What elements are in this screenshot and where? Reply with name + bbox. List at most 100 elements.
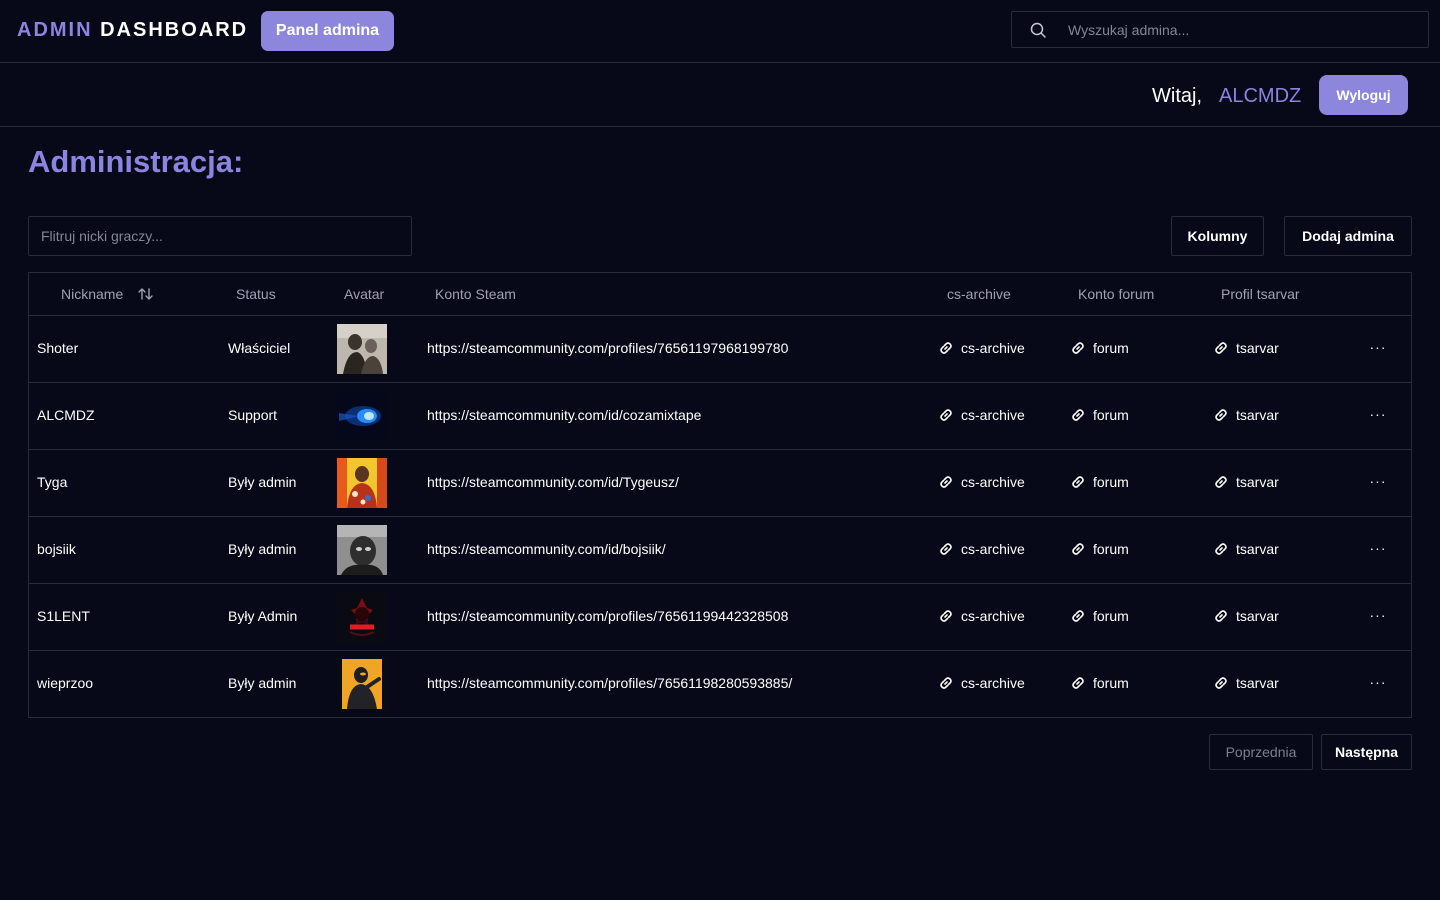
link-icon <box>940 677 952 689</box>
forum-link[interactable]: forum <box>1071 675 1129 691</box>
avatar <box>337 324 387 374</box>
forum-link[interactable]: forum <box>1071 541 1129 557</box>
more-options-icon[interactable]: ··· <box>1367 336 1389 358</box>
cell-steam-link[interactable]: https://steamcommunity.com/id/cozamixtap… <box>427 407 701 423</box>
cell-status: Support <box>228 407 278 423</box>
previous-page-button[interactable]: Poprzednia <box>1209 734 1313 770</box>
link-icon <box>1072 342 1084 354</box>
tsarvar-link[interactable]: tsarvar <box>1214 407 1279 423</box>
link-icon <box>1072 409 1084 421</box>
more-options-icon[interactable]: ··· <box>1367 470 1389 492</box>
link-icon <box>1072 610 1084 622</box>
cs-archive-label: cs-archive <box>961 340 1025 356</box>
link-icon <box>1215 409 1227 421</box>
logout-button[interactable]: Wyloguj <box>1319 75 1408 115</box>
search-box <box>1011 11 1429 48</box>
nickname-filter <box>28 216 412 256</box>
forum-link[interactable]: forum <box>1071 407 1129 423</box>
page-title: Administracja: <box>28 144 244 179</box>
cs-archive-link[interactable]: cs-archive <box>939 675 1025 691</box>
cell-status: Były admin <box>228 474 297 490</box>
link-icon <box>1215 543 1227 555</box>
table-row: Tyga Były admin https://steamcommunity.c… <box>29 450 1411 517</box>
forum-link[interactable]: forum <box>1071 340 1129 356</box>
tsarvar-label: tsarvar <box>1236 541 1279 557</box>
current-username: ALCMDZ <box>1219 85 1302 107</box>
cs-archive-label: cs-archive <box>961 608 1025 624</box>
cs-archive-link[interactable]: cs-archive <box>939 474 1025 490</box>
cell-nickname: Shoter <box>37 340 79 356</box>
cs-archive-link[interactable]: cs-archive <box>939 541 1025 557</box>
header-tsarvar: Profil tsarvar <box>1221 286 1300 302</box>
nickname-filter-input[interactable] <box>29 217 411 255</box>
cs-archive-link[interactable]: cs-archive <box>939 340 1025 356</box>
tsarvar-link[interactable]: tsarvar <box>1214 541 1279 557</box>
cell-status: Właściciel <box>228 340 291 356</box>
more-options-icon[interactable]: ··· <box>1367 537 1389 559</box>
tsarvar-link[interactable]: tsarvar <box>1214 340 1279 356</box>
cell-steam-link[interactable]: https://steamcommunity.com/profiles/7656… <box>427 608 788 624</box>
header-steam: Konto Steam <box>435 286 516 302</box>
tsarvar-link[interactable]: tsarvar <box>1214 608 1279 624</box>
cell-status: Były Admin <box>228 608 298 624</box>
search-input[interactable] <box>1068 12 1418 47</box>
cs-archive-link[interactable]: cs-archive <box>939 407 1025 423</box>
columns-button[interactable]: Kolumny <box>1171 216 1264 256</box>
link-icon <box>1072 543 1084 555</box>
link-icon <box>1215 677 1227 689</box>
cell-nickname: S1LENT <box>37 608 90 624</box>
search-icon <box>1030 22 1047 44</box>
link-icon <box>1215 476 1227 488</box>
avatar <box>337 391 387 441</box>
forum-label: forum <box>1093 608 1129 624</box>
cell-nickname: ALCMDZ <box>37 407 95 423</box>
sort-icon[interactable] <box>138 287 154 306</box>
user-bar: Witaj, ALCMDZ Wyloguj <box>0 63 1440 127</box>
forum-link[interactable]: forum <box>1071 474 1129 490</box>
cell-steam-link[interactable]: https://steamcommunity.com/profiles/7656… <box>427 675 792 691</box>
link-icon <box>1215 342 1227 354</box>
cs-archive-label: cs-archive <box>961 675 1025 691</box>
cell-steam-link[interactable]: https://steamcommunity.com/id/bojsiik/ <box>427 541 666 557</box>
cs-archive-label: cs-archive <box>961 541 1025 557</box>
header-nickname[interactable]: Nickname <box>61 286 123 302</box>
link-icon <box>940 610 952 622</box>
tsarvar-label: tsarvar <box>1236 675 1279 691</box>
cell-status: Były admin <box>228 541 297 557</box>
avatar <box>337 525 387 575</box>
cell-steam-link[interactable]: https://steamcommunity.com/profiles/7656… <box>427 340 788 356</box>
table-row: bojsiik Były admin https://steamcommunit… <box>29 517 1411 584</box>
header-avatar: Avatar <box>344 286 385 302</box>
more-options-icon[interactable]: ··· <box>1367 403 1389 425</box>
header-forum: Konto forum <box>1078 286 1155 302</box>
link-icon <box>1072 476 1084 488</box>
tsarvar-link[interactable]: tsarvar <box>1214 675 1279 691</box>
table-row: wieprzoo Były admin https://steamcommuni… <box>29 651 1411 718</box>
next-page-button[interactable]: Następna <box>1321 734 1412 770</box>
link-icon <box>940 543 952 555</box>
brand-text-admin: ADMIN <box>17 19 93 41</box>
welcome-text: Witaj, <box>1152 85 1202 107</box>
more-options-icon[interactable]: ··· <box>1367 671 1389 693</box>
cell-steam-link[interactable]: https://steamcommunity.com/id/Tygeusz/ <box>427 474 679 490</box>
forum-label: forum <box>1093 340 1129 356</box>
link-icon <box>940 476 952 488</box>
tsarvar-link[interactable]: tsarvar <box>1214 474 1279 490</box>
cell-nickname: wieprzoo <box>37 675 94 691</box>
top-navbar: ADMIN DASHBOARD Panel admina <box>0 0 1440 63</box>
tsarvar-label: tsarvar <box>1236 474 1279 490</box>
cell-status: Były admin <box>228 675 297 691</box>
link-icon <box>1215 610 1227 622</box>
header-status: Status <box>236 286 276 302</box>
forum-link[interactable]: forum <box>1071 608 1129 624</box>
add-admin-button[interactable]: Dodaj admina <box>1284 216 1412 256</box>
avatar <box>337 659 387 709</box>
tsarvar-label: tsarvar <box>1236 608 1279 624</box>
panel-admina-button[interactable]: Panel admina <box>261 11 394 51</box>
more-options-icon[interactable]: ··· <box>1367 604 1389 626</box>
cell-nickname: Tyga <box>37 474 68 490</box>
forum-label: forum <box>1093 541 1129 557</box>
cs-archive-link[interactable]: cs-archive <box>939 608 1025 624</box>
link-icon <box>940 409 952 421</box>
brand-text-dashboard: DASHBOARD <box>100 19 249 41</box>
